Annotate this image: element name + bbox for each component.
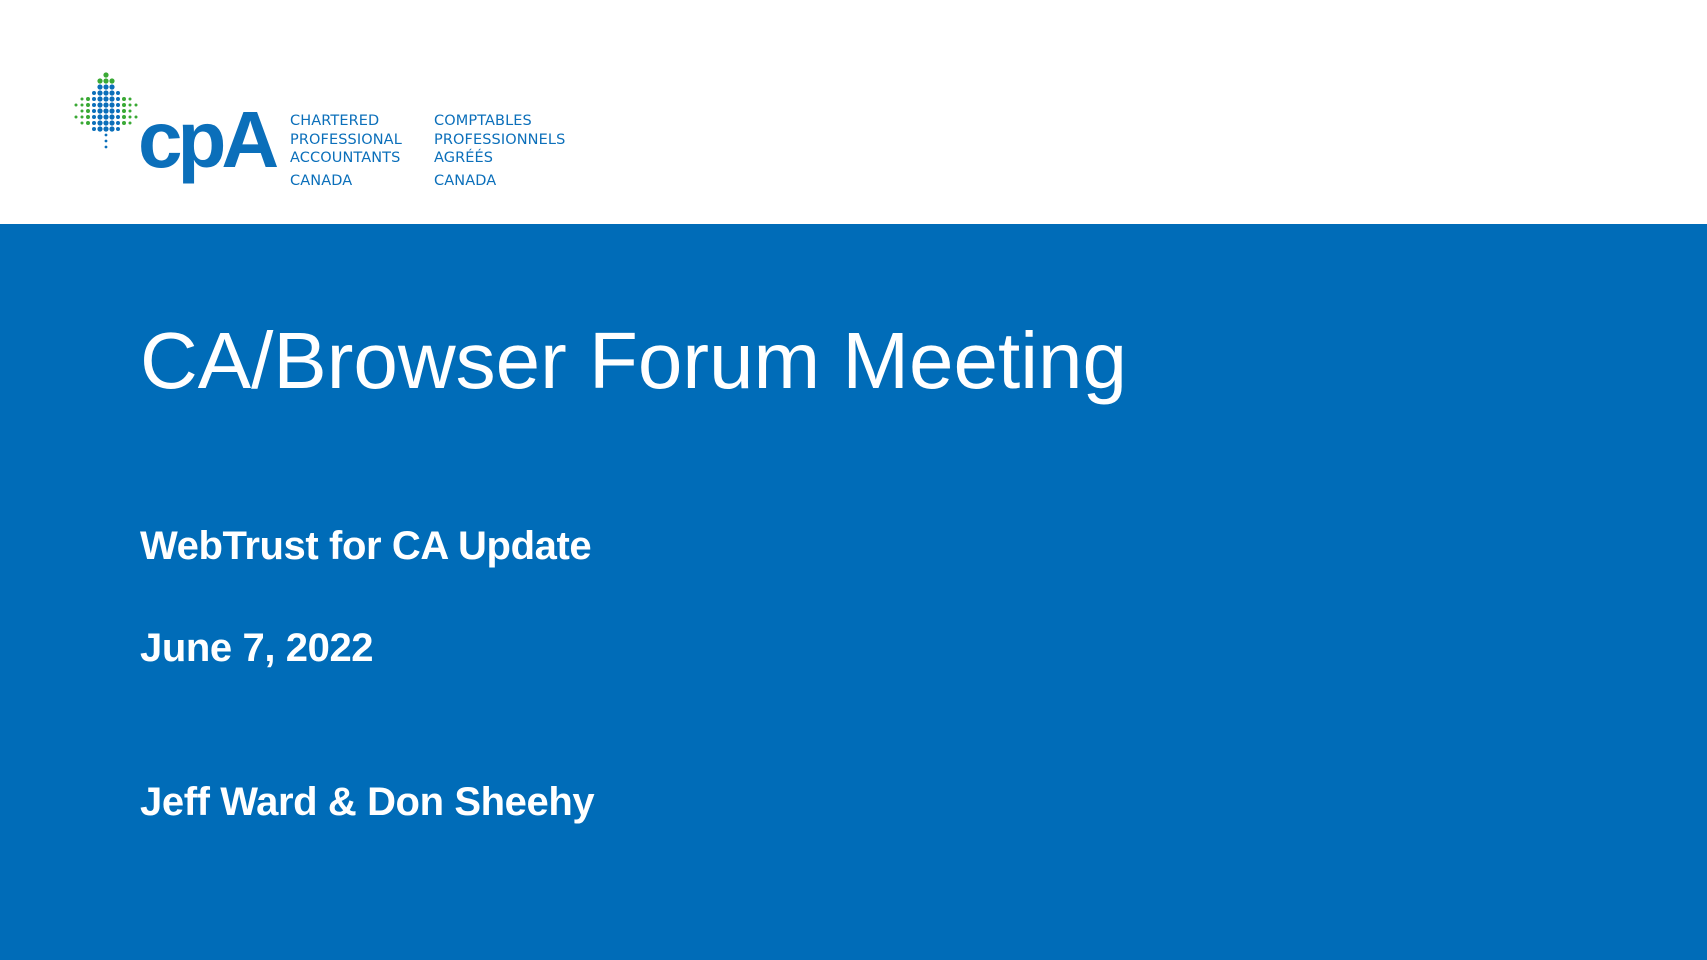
leaf-dot [128,97,132,101]
leaf-dot [80,121,84,125]
leaf-dot [86,121,90,125]
leaf-dot [92,103,96,107]
leaf-dot [104,145,108,149]
leaf-dot [128,109,132,113]
leaf-dot [109,84,115,90]
leaf-dot [97,120,103,126]
leaf-dot [116,109,120,113]
logo-french-line: AGRÉÉS [434,150,494,166]
leaf-dot [122,97,126,101]
leaf-dot [104,139,108,143]
leaf-dot [80,115,84,119]
leaf-dot [97,78,103,84]
logo-french-name: COMPTABLES PROFESSIONNELS AGRÉÉS CANADA [434,112,565,190]
leaf-dot [109,90,115,96]
leaf-dot [128,115,132,119]
leaf-dot [109,102,115,108]
leaf-dot [74,103,78,107]
logo-english-line: CHARTERED [290,113,380,129]
leaf-dot [109,114,115,120]
leaf-dot [109,108,115,114]
leaf-dot [109,78,115,84]
slide-date: June 7, 2022 [140,626,374,670]
leaf-dot [109,126,115,132]
leaf-dot [103,84,109,90]
leaf-dot [86,103,90,107]
logo-english-line: CANADA [290,172,353,189]
leaf-dot [103,90,109,96]
leaf-dot [103,72,109,78]
logo-english-line: PROFESSIONAL [290,131,402,148]
maple-leaf-dots-icon [74,72,138,149]
leaf-dot [80,103,84,107]
leaf-dot [97,114,103,120]
leaf-dot [104,133,108,137]
leaf-dot [92,121,96,125]
leaf-dot [97,102,103,108]
leaf-dot [122,115,126,119]
leaf-dot [109,120,115,126]
leaf-dot [86,109,90,113]
leaf-dot [128,103,132,107]
leaf-dot [74,115,78,119]
leaf-dot [116,91,120,95]
leaf-dot [92,127,96,131]
leaf-dot [103,108,109,114]
logo-english-name: CHARTERED PROFESSIONAL ACCOUNTANTS CANAD… [290,112,402,190]
slide-presenters: Jeff Ward & Don Sheehy [140,780,595,824]
leaf-dot [122,109,126,113]
leaf-dot [122,121,126,125]
leaf-dot [97,84,103,90]
leaf-dot [92,91,96,95]
leaf-dot [86,115,90,119]
slide-header: cpA CHARTERED PROFESSIONAL ACCOUNTANTS C… [0,0,1707,224]
leaf-dot [86,97,90,101]
leaf-dot [97,96,103,102]
slide-title: CA/Browser Forum Meeting [140,316,1127,405]
leaf-dot [92,97,96,101]
leaf-dot [80,97,84,101]
leaf-dot [80,109,84,113]
logo-french-line: PROFESSIONNELS [434,131,566,148]
leaf-dot [103,114,109,120]
leaf-dot [103,96,109,102]
leaf-dot [92,115,96,119]
leaf-dot [92,109,96,113]
leaf-dot [103,102,109,108]
leaf-dot [97,126,103,132]
slide-subtitle: WebTrust for CA Update [140,524,592,568]
leaf-dot [109,96,115,102]
leaf-dot [103,126,109,132]
leaf-dot [103,78,109,84]
leaf-dot [97,90,103,96]
logo-french-line: COMPTABLES [434,113,532,129]
leaf-dot [116,121,120,125]
leaf-dot [116,127,120,131]
logo-english-line: ACCOUNTANTS [290,150,401,166]
logo-wordmark: cpA [138,95,279,184]
leaf-dot [97,108,103,114]
leaf-dot [122,103,126,107]
leaf-dot [116,103,120,107]
leaf-dot [128,121,132,125]
leaf-dot [116,115,120,119]
leaf-dot [103,120,109,126]
leaf-dot [116,97,120,101]
cpa-logo: cpA CHARTERED PROFESSIONAL ACCOUNTANTS C… [72,72,592,196]
logo-french-line: CANADA [434,172,497,189]
